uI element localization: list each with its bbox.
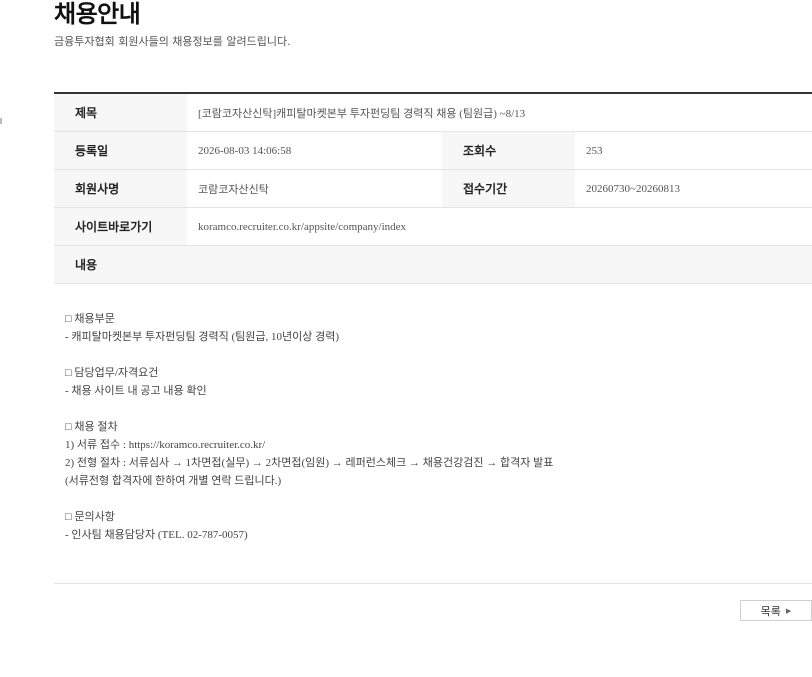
content-line: 1) 서류 접수 : https://koramco.recruiter.co.… <box>65 439 266 451</box>
bottom-divider <box>54 583 812 584</box>
date-label: 등록일 <box>54 131 187 170</box>
content-gap <box>65 400 805 418</box>
content-gap <box>65 346 805 364</box>
company-value: 코람코자산신탁 <box>187 169 442 208</box>
site-label: 사이트바로가기 <box>54 207 187 246</box>
side-marker <box>0 118 2 124</box>
content-row: 내용 <box>54 245 812 284</box>
content-line: □ 문의사항 <box>65 511 115 523</box>
company-label: 회원사명 <box>54 169 187 208</box>
title-row: 제목 [코람코자산신탁]캐피탈마켓본부 투자펀딩팀 경력직 채용 (팀원급) ~… <box>54 93 812 132</box>
content-gap <box>65 490 805 508</box>
date-value: 2026-08-03 14:06:58 <box>187 131 442 170</box>
page-subtitle: 금융투자협회 회원사들의 채용정보를 알려드립니다. <box>54 35 291 48</box>
content-line: □ 담당업무/자격요건 <box>65 367 159 379</box>
views-label: 조회수 <box>442 131 575 170</box>
content-label: 내용 <box>54 245 812 284</box>
content-line: - 채용 사이트 내 공고 내용 확인 <box>65 385 207 397</box>
content-line: 2) 전형 절차 : 서류심사 → 1차면접(실무) → 2차면접(임원) → … <box>65 457 554 469</box>
content-line: □ 채용 절차 <box>65 421 118 433</box>
company-row: 회원사명 코람코자산신탁 접수기간 20260730~20260813 <box>54 169 812 208</box>
list-button[interactable]: 목록 ▶ <box>740 600 812 621</box>
content-body: □ 채용부문 - 캐피탈마켓본부 투자펀딩팀 경력직 (팀원급, 10년이상 경… <box>65 310 805 544</box>
content-line: - 캐피탈마켓본부 투자펀딩팀 경력직 (팀원급, 10년이상 경력) <box>65 331 339 343</box>
site-link[interactable]: koramco.recruiter.co.kr/appsite/company/… <box>187 207 812 246</box>
content-line: - 인사팀 채용담당자 (TEL. 02-787-0057) <box>65 529 248 541</box>
date-row: 등록일 2026-08-03 14:06:58 조회수 253 <box>54 131 812 170</box>
site-row: 사이트바로가기 koramco.recruiter.co.kr/appsite/… <box>54 207 812 246</box>
job-detail-table: 제목 [코람코자산신탁]캐피탈마켓본부 투자펀딩팀 경력직 채용 (팀원급) ~… <box>54 92 812 284</box>
arrow-right-icon: ▶ <box>785 606 792 615</box>
period-label: 접수기간 <box>442 169 575 208</box>
content-line: (서류전형 합격자에 한하여 개별 연락 드립니다.) <box>65 475 282 487</box>
page-title: 채용안내 <box>54 0 141 28</box>
title-label: 제목 <box>54 93 187 132</box>
list-button-label: 목록 <box>760 604 781 618</box>
title-value: [코람코자산신탁]캐피탈마켓본부 투자펀딩팀 경력직 채용 (팀원급) ~8/1… <box>187 93 812 132</box>
content-line: □ 채용부문 <box>65 313 115 325</box>
period-value: 20260730~20260813 <box>575 169 812 208</box>
views-value: 253 <box>575 131 812 170</box>
